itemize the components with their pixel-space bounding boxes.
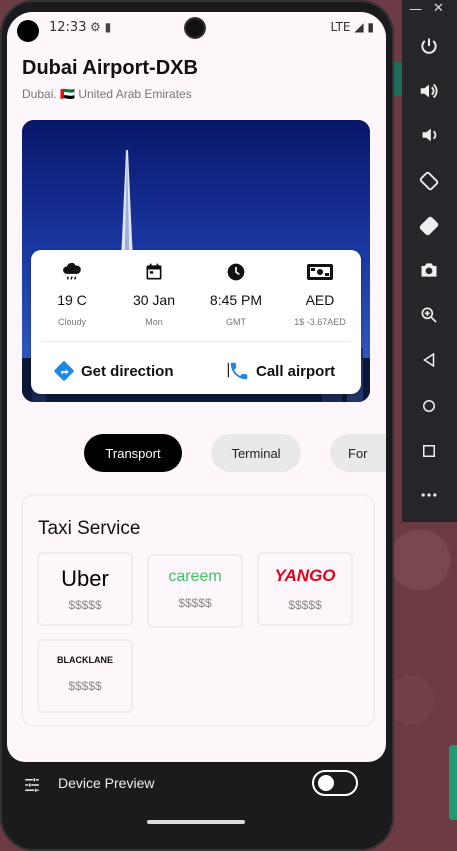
page-title: Dubai Airport-DXB [22,57,198,79]
tab-transport[interactable]: Transport [84,434,182,472]
tune-icon[interactable] [23,776,41,794]
exchange-rate-label: 1$ -3.67AED [294,317,346,327]
front-camera [186,19,204,37]
local-time-value: 8:45 PM [209,292,263,308]
city-label: Dubai. [22,87,57,101]
taxi-service-title: Taxi Service [38,518,141,539]
close-icon[interactable]: ✕ [433,1,444,16]
country-label: United Arab Emirates [78,87,192,101]
rotate-right-icon [419,216,439,236]
careem-price: $$$$$ [178,596,212,610]
tab-terminal[interactable]: Terminal [211,434,301,472]
timezone-label: GMT [226,317,246,327]
uae-flag-icon: 🇦🇪 [60,87,75,101]
screenshot-button[interactable] [414,255,444,285]
emulator-side-panel: — ✕ [402,0,457,522]
volume-up-icon [420,83,438,99]
directions-icon [54,361,74,381]
device-preview-bar: Device Preview [7,762,386,812]
cloud-rain-icon [31,260,113,284]
calendar-icon [113,260,195,284]
battery-icon: ▮ [367,20,374,34]
yango-logo: YANGO [274,566,336,585]
zoom-in-icon [421,307,437,323]
clock-icon [195,260,277,284]
status-notification-icons: ⚙ ▮ [90,20,111,34]
volume-down-icon [422,128,437,142]
blacklane-tile[interactable]: BLACKLANE $$$$$ [37,639,133,713]
camera-cutout [17,20,39,42]
call-airport-label: Call airport [256,362,336,380]
status-time: 12:33 [49,20,87,35]
network-label: LTE [330,20,351,34]
background-window-edge [449,745,457,820]
settings-icon: ⚙ [90,20,101,34]
device-preview-toggle[interactable] [312,770,358,796]
yango-tile[interactable]: YANGO $$$$$ [257,552,353,626]
device-preview-label: Device Preview [58,775,155,791]
home-button[interactable] [414,391,444,421]
overview-button[interactable] [414,436,444,466]
home-circle-icon [423,400,435,412]
volume-up-button[interactable] [414,76,444,106]
date-value: 30 Jan [132,292,176,308]
signal-icon: ◢ [354,20,364,34]
volume-down-button[interactable] [414,120,444,150]
yango-price: $$$$$ [288,598,322,612]
weather-label: Cloudy [57,317,86,327]
careem-tile[interactable]: careem $$$$$ [147,554,243,628]
divider [41,341,351,342]
call-airport-button[interactable]: Call airport [228,360,335,382]
currency-info: AED 1$ -3.67AED [279,260,361,327]
rotate-right-button[interactable] [414,211,444,241]
back-triangle-icon [423,352,435,368]
toggle-knob [318,775,334,791]
page-subtitle: Dubai. 🇦🇪 United Arab Emirates [22,87,192,101]
careem-logo: careem [168,568,222,585]
camera-icon [421,263,437,277]
status-bar: 12:33 ⚙ ▮ LTE ◢ ▮ [7,12,386,45]
weather-info: 19 C Cloudy [31,260,113,327]
money-icon [279,260,361,284]
blacklane-logo: BLACKLANE [57,655,113,665]
phone-icon [230,362,248,380]
back-button[interactable] [414,345,444,375]
rotate-left-icon [419,171,439,191]
get-direction-button[interactable]: Get direction [53,360,174,382]
temperature-value: 19 C [57,292,87,308]
date-info: 30 Jan Mon [113,260,195,327]
status-right: LTE ◢ ▮ [331,20,374,34]
background-window-edge [394,62,402,96]
get-direction-label: Get direction [81,362,174,380]
overview-square-icon [423,445,435,457]
blacklane-price: $$$$$ [68,679,102,693]
home-indicator[interactable] [147,820,245,824]
more-dots-icon [421,493,437,497]
power-icon [421,38,437,54]
weekday-label: Mon [145,317,163,327]
uber-tile[interactable]: Uber $$$$$ [37,552,133,626]
power-button[interactable] [414,31,444,61]
airport-info-card: 19 C Cloudy 30 Jan Mon 8:45 PM GMT AED 1… [31,250,361,394]
rotate-left-button[interactable] [414,166,444,196]
minimize-icon[interactable]: — [409,2,422,17]
sd-card-icon: ▮ [104,20,112,34]
currency-value: AED [305,292,335,308]
app-screen: 12:33 ⚙ ▮ LTE ◢ ▮ Dubai Airport-DXB Duba… [7,12,386,762]
tab-partial[interactable]: For [330,434,386,472]
phone-frame: 12:33 ⚙ ▮ LTE ◢ ▮ Dubai Airport-DXB Duba… [0,0,394,851]
time-info: 8:45 PM GMT [195,260,277,327]
uber-price: $$$$$ [68,598,102,612]
zoom-button[interactable] [414,300,444,330]
more-button[interactable] [414,480,444,510]
uber-logo: Uber [61,566,109,591]
taxi-service-card: Taxi Service Uber $$$$$ careem $$$$$ YAN… [21,494,375,727]
